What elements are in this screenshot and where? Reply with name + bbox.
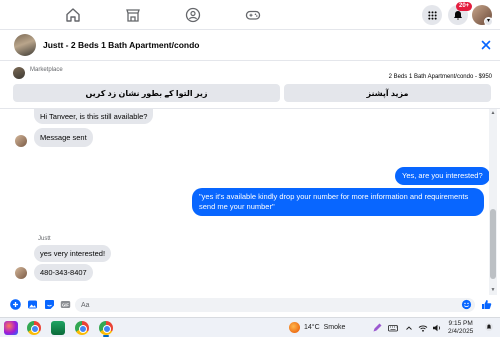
listing-summary[interactable]: 2 Beds 1 Bath Apartment/condo - $950 <box>389 74 492 80</box>
sticker-icon[interactable] <box>44 299 55 310</box>
message-bubble-incoming[interactable]: Message sent <box>34 128 93 147</box>
message-text: Yes, are you interested? <box>402 171 483 180</box>
message-text: Message sent <box>40 133 87 142</box>
photo-icon[interactable] <box>27 299 38 310</box>
message-text: "yes it's available kindly drop your num… <box>199 192 469 211</box>
pen-icon[interactable] <box>372 323 382 333</box>
scroll-up-icon[interactable]: ▲ <box>490 110 496 116</box>
scrollbar-thumb[interactable] <box>490 209 496 279</box>
message-bubble-incoming[interactable]: yes very interested! <box>34 245 112 262</box>
scroll-down-icon[interactable]: ▼ <box>490 287 496 293</box>
app-icon[interactable] <box>51 321 65 335</box>
more-options-label: مزید آپشنز <box>366 88 409 98</box>
thread-scrollbar[interactable]: ▲ ▼ <box>489 109 497 295</box>
marketplace-thumbnail <box>13 67 25 79</box>
menu-grid-button[interactable] <box>422 5 442 25</box>
volume-icon[interactable] <box>432 323 442 333</box>
copilot-icon[interactable] <box>4 321 18 335</box>
emoji-icon[interactable] <box>461 299 472 310</box>
chrome-icon[interactable] <box>99 321 113 335</box>
conversation-title[interactable]: Justt - 2 Beds 1 Bath Apartment/condo <box>43 40 199 50</box>
notification-count-badge: 20+ <box>456 2 473 11</box>
wifi-icon[interactable] <box>418 323 428 333</box>
more-options-button[interactable]: مزید آپشنز <box>284 84 491 102</box>
marketplace-card: Marketplace 2 Beds 1 Bath Apartment/cond… <box>0 61 500 109</box>
close-icon[interactable] <box>480 39 492 51</box>
message-composer: GIF Aa <box>0 295 500 315</box>
menu-grid-icon <box>427 10 437 20</box>
mark-as-pending-label: زیر التوا کے بطور نشان زد کریں <box>85 88 208 98</box>
chrome-icon[interactable] <box>27 321 41 335</box>
message-text: yes very interested! <box>40 249 106 258</box>
message-bubble-outgoing[interactable]: "yes it's available kindly drop your num… <box>192 188 484 216</box>
keyboard-icon[interactable] <box>388 323 398 333</box>
bell-icon <box>454 11 462 20</box>
marketplace-label: Marketplace <box>30 67 63 73</box>
weather-widget[interactable]: 14°C Smoke <box>289 322 345 333</box>
like-icon[interactable] <box>481 299 492 310</box>
home-icon[interactable] <box>65 7 81 23</box>
clock-date: 2/4/2025 <box>448 328 474 335</box>
message-input-placeholder: Aa <box>81 301 90 309</box>
message-text: Hi Tanveer, is this still available? <box>40 112 148 121</box>
gif-icon[interactable]: GIF <box>60 299 71 310</box>
message-thread: Hi Tanveer, is this still available? Mes… <box>0 109 490 295</box>
conversation-header: Justt - 2 Beds 1 Bath Apartment/condo <box>0 30 500 61</box>
avatar[interactable] <box>15 135 27 147</box>
message-bubble-incoming[interactable]: 480-343-8407 <box>34 264 93 281</box>
weather-temperature: 14°C <box>304 324 320 331</box>
system-clock[interactable]: 9:15 PM 2/4/2025 <box>448 320 473 336</box>
messenger-window: 20+ ▾ Justt - 2 Beds 1 Bath Apartment/co… <box>0 0 500 337</box>
message-text: 480-343-8407 <box>40 268 87 277</box>
mark-as-pending-button[interactable]: زیر التوا کے بطور نشان زد کریں <box>13 84 280 102</box>
groups-icon[interactable] <box>185 7 201 23</box>
windows-taskbar: 14°C Smoke 9:15 PM 2/4/2025 <box>0 317 500 337</box>
listing-thumbnail[interactable] <box>14 34 36 56</box>
message-bubble-incoming[interactable]: Hi Tanveer, is this still available? <box>34 109 154 124</box>
chevron-up-icon[interactable] <box>404 323 414 333</box>
gaming-icon[interactable] <box>245 7 261 23</box>
avatar[interactable] <box>15 267 27 279</box>
marketplace-icon[interactable] <box>125 7 141 23</box>
message-input[interactable]: Aa <box>75 298 475 312</box>
sender-name: Justt <box>38 236 51 242</box>
weather-icon <box>289 322 300 333</box>
chevron-down-icon[interactable]: ▾ <box>484 17 493 26</box>
notification-center-icon[interactable] <box>484 322 494 332</box>
weather-description: Smoke <box>323 324 346 331</box>
top-navigation-bar: 20+ ▾ <box>0 0 500 30</box>
clock-time: 9:15 PM <box>448 320 473 327</box>
message-bubble-outgoing[interactable]: Yes, are you interested? <box>395 167 490 185</box>
plus-icon[interactable] <box>10 299 21 310</box>
svg-text:GIF: GIF <box>62 302 69 307</box>
chrome-icon[interactable] <box>75 321 89 335</box>
